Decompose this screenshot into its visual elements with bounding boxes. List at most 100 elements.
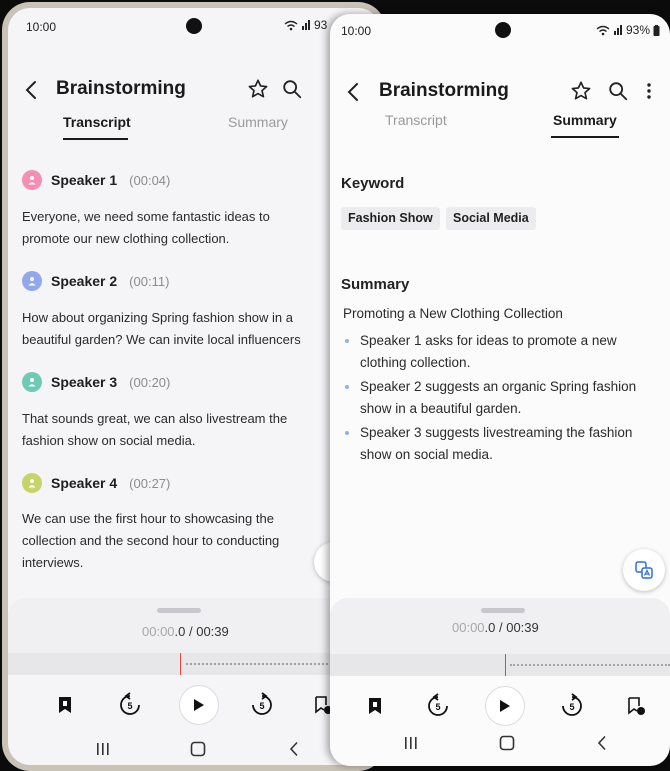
avatar bbox=[22, 170, 42, 190]
speaker-timestamp[interactable]: (00:20) bbox=[129, 375, 170, 390]
wifi-icon bbox=[284, 20, 298, 30]
speaker-header: Speaker 3 (00:20) bbox=[22, 372, 170, 392]
page-title: Brainstorming bbox=[379, 80, 509, 101]
keyword-section-title: Keyword bbox=[341, 175, 405, 192]
utterance-line: That sounds great, we can also livestrea… bbox=[22, 411, 288, 426]
translate-icon bbox=[635, 561, 653, 579]
play-button[interactable] bbox=[485, 686, 525, 726]
utterance-line: interviews. bbox=[22, 555, 84, 570]
add-bookmark-icon[interactable] bbox=[614, 684, 658, 728]
tab-summary[interactable]: Summary bbox=[228, 114, 288, 130]
active-tab-indicator bbox=[63, 138, 128, 140]
tab-bar: Transcript Summary bbox=[330, 112, 670, 142]
avatar bbox=[22, 372, 42, 392]
left-screen: 10:00 93 Brainstorming Transcript Summar… bbox=[8, 8, 380, 765]
back-icon[interactable] bbox=[344, 80, 364, 104]
elapsed-time-dim: 00:00 bbox=[142, 624, 175, 639]
total-time: / 00:39 bbox=[185, 624, 229, 639]
recent-apps-icon[interactable] bbox=[396, 728, 426, 758]
play-button[interactable] bbox=[179, 685, 219, 725]
waveform-scrubber[interactable] bbox=[330, 654, 670, 676]
person-icon bbox=[28, 176, 36, 185]
player-panel: 00:00.0 / 00:39 bbox=[8, 598, 380, 658]
speaker-timestamp[interactable]: (00:27) bbox=[129, 476, 170, 491]
playhead[interactable] bbox=[505, 654, 506, 676]
tab-bar: Transcript Summary bbox=[8, 114, 380, 144]
waveform-scrubber[interactable] bbox=[8, 653, 380, 675]
playback-controls: 5 5 bbox=[8, 683, 380, 727]
playback-controls: 5 5 bbox=[330, 684, 670, 728]
summary-heading: Promoting a New Clothing Collection bbox=[343, 306, 563, 321]
forward-5-icon[interactable]: 5 bbox=[240, 683, 284, 727]
summary-line: Speaker 1 asks for ideas to promote a ne… bbox=[360, 333, 617, 348]
signal-icon bbox=[614, 25, 622, 35]
elapsed-time: .0 bbox=[484, 620, 496, 635]
svg-text:5: 5 bbox=[127, 701, 132, 711]
system-nav-bar bbox=[8, 734, 380, 764]
utterance-text: That sounds great, we can also livestrea… bbox=[22, 408, 322, 452]
utterance-line: beautiful garden? We can invite local in… bbox=[22, 332, 301, 347]
signal-icon bbox=[302, 20, 310, 30]
keyword-chip[interactable]: Social Media bbox=[446, 207, 536, 230]
recent-apps-icon[interactable] bbox=[88, 734, 118, 764]
app-bar: Brainstorming bbox=[8, 70, 380, 110]
play-icon bbox=[194, 699, 204, 711]
speaker-header: Speaker 4 (00:27) bbox=[22, 473, 170, 493]
page-title: Brainstorming bbox=[56, 78, 186, 99]
summary-line: Speaker 3 suggests livestreaming the fas… bbox=[360, 425, 633, 440]
search-icon[interactable] bbox=[281, 78, 303, 100]
more-options-icon[interactable] bbox=[641, 80, 657, 102]
home-icon[interactable] bbox=[492, 728, 522, 758]
person-icon bbox=[28, 277, 36, 286]
summary-bullet: Speaker 3 suggests livestreaming the fas… bbox=[343, 422, 663, 466]
svg-text:5: 5 bbox=[569, 702, 574, 712]
front-camera bbox=[186, 18, 202, 34]
rewind-5-icon[interactable]: 5 bbox=[108, 683, 152, 727]
waveform-track bbox=[510, 664, 670, 666]
bookmark-icon[interactable] bbox=[353, 684, 397, 728]
speaker-timestamp[interactable]: (00:04) bbox=[129, 173, 170, 188]
speaker-name: Speaker 2 bbox=[51, 273, 118, 289]
nav-back-icon[interactable] bbox=[587, 728, 617, 758]
bookmark-icon[interactable] bbox=[43, 683, 87, 727]
home-icon[interactable] bbox=[183, 734, 213, 764]
utterance-line: promote our new clothing collection. bbox=[22, 231, 230, 246]
wifi-icon bbox=[596, 25, 610, 35]
screenshot-stage: 10:00 93 Brainstorming Transcript Summar… bbox=[0, 0, 670, 771]
rewind-5-icon[interactable]: 5 bbox=[416, 684, 460, 728]
front-camera bbox=[495, 22, 511, 38]
status-icons: 93% bbox=[596, 23, 660, 37]
tab-transcript[interactable]: Transcript bbox=[385, 112, 447, 128]
summary-line: show on social media. bbox=[360, 447, 493, 462]
avatar bbox=[22, 271, 42, 291]
speaker-name: Speaker 4 bbox=[51, 475, 118, 491]
play-icon bbox=[500, 700, 510, 712]
speaker-timestamp[interactable]: (00:11) bbox=[129, 274, 169, 289]
player-panel: 00:00.0 / 00:39 bbox=[330, 598, 670, 658]
tab-summary[interactable]: Summary bbox=[553, 112, 617, 128]
playhead[interactable] bbox=[180, 653, 181, 675]
search-icon[interactable] bbox=[607, 80, 629, 102]
translate-fab[interactable] bbox=[623, 549, 665, 591]
back-icon[interactable] bbox=[22, 78, 42, 102]
left-phone-frame: 10:00 93 Brainstorming Transcript Summar… bbox=[2, 2, 386, 771]
speaker-header: Speaker 1 (00:04) bbox=[22, 170, 170, 190]
summary-section-title: Summary bbox=[341, 276, 410, 293]
star-icon[interactable] bbox=[570, 80, 592, 102]
nav-back-icon[interactable] bbox=[279, 734, 309, 764]
tab-transcript[interactable]: Transcript bbox=[63, 114, 131, 130]
battery-icon bbox=[653, 24, 660, 36]
drag-handle[interactable] bbox=[157, 608, 201, 613]
utterance-text: We can use the first hour to showcasing … bbox=[22, 508, 322, 574]
forward-5-icon[interactable]: 5 bbox=[550, 684, 594, 728]
battery-level: 93% bbox=[626, 23, 651, 37]
status-bar: 10:00 93 bbox=[8, 8, 380, 42]
summary-line: clothing collection. bbox=[360, 355, 471, 370]
keyword-chip[interactable]: Fashion Show bbox=[341, 207, 440, 230]
utterance-text: How about organizing Spring fashion show… bbox=[22, 307, 322, 351]
utterance-line: collection and the second hour to conduc… bbox=[22, 533, 280, 548]
star-icon[interactable] bbox=[247, 78, 269, 100]
utterance-text: Everyone, we need some fantastic ideas t… bbox=[22, 206, 322, 250]
active-tab-indicator bbox=[551, 136, 619, 138]
drag-handle[interactable] bbox=[481, 608, 525, 613]
